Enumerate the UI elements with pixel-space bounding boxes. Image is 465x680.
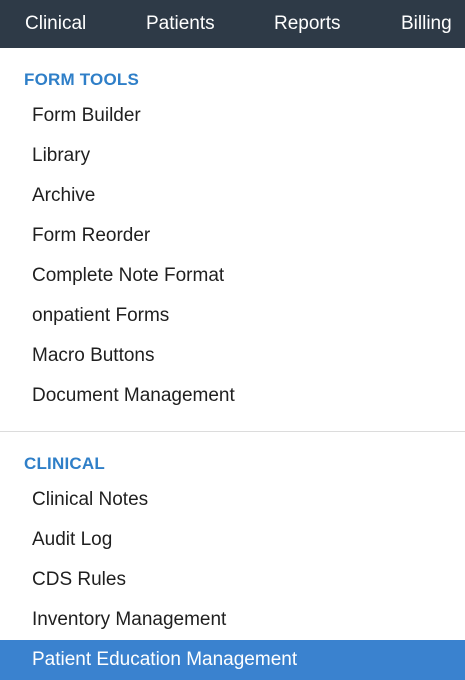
menu-item-label: Inventory Management [32, 609, 227, 630]
menu-item-library[interactable]: Library [0, 136, 465, 176]
menu-item-label: Library [32, 145, 91, 166]
menu-item-archive[interactable]: Archive [0, 176, 465, 216]
section-divider [0, 431, 465, 432]
menu-item-form-builder[interactable]: Form Builder [0, 96, 465, 136]
section-header-clinical: CLINICAL [24, 454, 105, 473]
menu-item-label: Document Management [32, 385, 235, 406]
menu-item-label: Complete Note Format [32, 265, 225, 286]
menu-item-macro-buttons[interactable]: Macro Buttons [0, 336, 465, 376]
nav-tab-billing[interactable]: Billing [401, 0, 452, 48]
menu-item-label: onpatient Forms [32, 305, 170, 326]
menu-item-label: Clinical Notes [32, 489, 149, 510]
menu-item-patient-education-management[interactable]: Patient Education Management [0, 640, 465, 680]
top-nav-bar: Clinical Patients Reports Billing [0, 0, 465, 48]
menu-item-document-management[interactable]: Document Management [0, 376, 465, 416]
menu-item-cds-rules[interactable]: CDS Rules [0, 560, 465, 600]
menu-item-label: Audit Log [32, 529, 113, 550]
nav-tab-patients[interactable]: Patients [146, 0, 215, 48]
menu-item-onpatient-forms[interactable]: onpatient Forms [0, 296, 465, 336]
menu-item-label: Archive [32, 185, 96, 206]
menu-item-inventory-management[interactable]: Inventory Management [0, 600, 465, 640]
menu-item-label: Patient Education Management [32, 649, 298, 670]
menu-item-audit-log[interactable]: Audit Log [0, 520, 465, 560]
menu-item-label: Form Builder [32, 105, 141, 126]
menu-item-label: Form Reorder [32, 225, 151, 246]
menu-item-complete-note-format[interactable]: Complete Note Format [0, 256, 465, 296]
menu-item-label: Macro Buttons [32, 345, 155, 366]
menu-item-label: CDS Rules [32, 569, 126, 590]
section-header-form-tools: FORM TOOLS [24, 70, 140, 89]
menu-item-clinical-notes[interactable]: Clinical Notes [0, 480, 465, 520]
menu-item-form-reorder[interactable]: Form Reorder [0, 216, 465, 256]
nav-tab-clinical[interactable]: Clinical [25, 0, 86, 48]
nav-tab-reports[interactable]: Reports [274, 0, 341, 48]
